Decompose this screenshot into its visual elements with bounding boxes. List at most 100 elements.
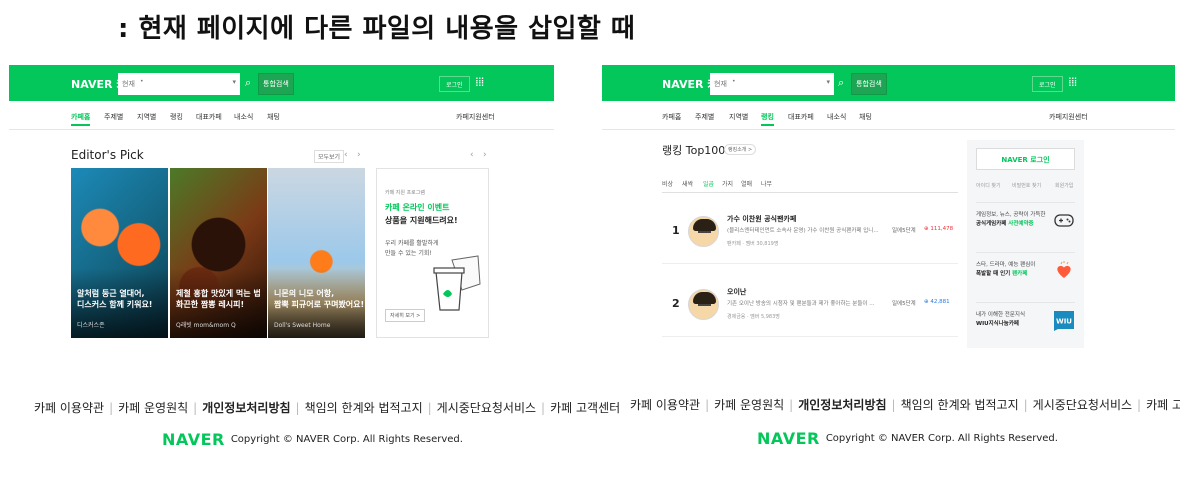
- pick-card-discus[interactable]: 알처럼 둥근 열대어, 디스커스 함께 키워요! 디스커스존: [71, 168, 168, 338]
- login-button[interactable]: 로그인: [439, 76, 470, 92]
- side-panel: NAVER 로그인 아이디 찾기 비밀번호 찾기 회원가입 게임정보, 뉴스, …: [967, 140, 1084, 348]
- next-arrow-icon[interactable]: ›: [357, 150, 361, 160]
- period-tab[interactable]: 새싹: [682, 179, 693, 188]
- naver-logo[interactable]: NAVER: [162, 430, 225, 449]
- apps-grid-icon[interactable]: ⁞⁞⁞: [1068, 75, 1078, 89]
- avatar: [688, 216, 719, 247]
- ranking-intro-button[interactable]: 랭킹소개 >: [724, 144, 757, 155]
- terms-link[interactable]: 카페 이용약관: [34, 401, 104, 415]
- side-promo-fan[interactable]: 스타, 드라마, 예능 팬심이 폭발할 때 인기 팬카페: [976, 252, 1075, 294]
- event-ad-banner[interactable]: 카페 지원 프로그램 카페 온라인 이벤트 상품을 지원해드려요! 우리 카페를…: [376, 168, 489, 338]
- search-scope[interactable]: 현재: [714, 80, 727, 88]
- view-all-button[interactable]: 모두보기: [314, 150, 345, 163]
- divider: |: [789, 398, 794, 412]
- tab-chat[interactable]: 채팅: [267, 112, 280, 122]
- policy-link[interactable]: 카페 운영원칙: [714, 398, 784, 412]
- search-button[interactable]: 통합검색: [851, 73, 887, 95]
- card-source: Doll's Sweet Home: [274, 322, 331, 329]
- cafe-name[interactable]: 오이난: [727, 287, 746, 297]
- tab-featured[interactable]: 대표카페: [788, 112, 814, 122]
- policy-link[interactable]: 카페 운영원칙: [118, 401, 188, 415]
- card-source: 디스커스존: [77, 322, 105, 329]
- copyright-left: NAVER Copyright © NAVER Corp. All Rights …: [162, 429, 463, 449]
- disclaimer-link[interactable]: 책임의 한계와 법적고지: [901, 398, 1019, 412]
- tab-topic[interactable]: 주제별: [104, 112, 123, 122]
- top-bar: NAVER 카페 현재 • ▾ ⌕ 통합검색 로그인 ⁞⁞⁞: [602, 65, 1175, 101]
- disclaimer-link[interactable]: 책임의 한계와 법적고지: [305, 401, 423, 415]
- divider: |: [1137, 398, 1142, 412]
- support-center-link[interactable]: 카페지원센터: [456, 112, 495, 122]
- naver-logo[interactable]: NAVER: [757, 429, 820, 448]
- takedown-link[interactable]: 게시중단요청서비스: [1033, 398, 1132, 412]
- divider: |: [705, 398, 710, 412]
- cafe-name[interactable]: 가수 이찬원 공식팬카페: [727, 214, 796, 224]
- find-id-link[interactable]: 아이디 찾기: [976, 182, 1001, 189]
- period-tab[interactable]: 나무: [761, 179, 772, 188]
- search-input[interactable]: 현재 • ▾: [710, 73, 834, 95]
- nav-tabs: 카페홈 주제별 지역별 랭킹 대표카페 내소식 채팅 카페지원센터: [602, 101, 1175, 130]
- period-tab[interactable]: 비상: [662, 179, 673, 188]
- cafe-description: 기존 오이난 방송의 시청자 및 팬분들과 제가 좋아하는 분들이 ...: [727, 301, 875, 307]
- period-tab[interactable]: 가지: [722, 179, 733, 188]
- visit-count-value: 42,881: [930, 299, 950, 305]
- wiu-icon: WIU: [1054, 311, 1074, 331]
- promo-text: 게임정보, 뉴스, 공략이 가득한: [976, 212, 1046, 218]
- promo-title-accent: 팬카페: [1012, 271, 1028, 277]
- side-promo-wiu[interactable]: 내가 이해한 전문지식 WIU지식나눔카페 WIU: [976, 302, 1075, 344]
- chevron-down-icon[interactable]: ▾: [826, 78, 830, 86]
- tab-ranking[interactable]: 랭킹: [761, 112, 774, 126]
- apps-grid-icon[interactable]: ⁞⁞⁞: [475, 75, 485, 89]
- promo-text: 스타, 드라마, 예능 팬심이: [976, 262, 1036, 268]
- customer-center-link[interactable]: 카페 고객센터: [1146, 398, 1180, 412]
- prev-arrow-icon[interactable]: ‹: [344, 150, 348, 160]
- footer-links-right: 카페 이용약관 | 카페 운영원칙 | 개인정보처리방침 | 책임의 한계와 법적고지 | 게시…: [630, 396, 1180, 413]
- privacy-link[interactable]: 개인정보처리방침: [798, 398, 886, 412]
- divider: |: [891, 398, 896, 412]
- customer-center-link[interactable]: 카페 고객센터: [550, 401, 620, 415]
- tab-my-news[interactable]: 내소식: [234, 112, 253, 122]
- tab-cafe-home[interactable]: 카페홈: [662, 112, 681, 122]
- tab-region[interactable]: 지역별: [137, 112, 156, 122]
- period-tab-active[interactable]: 일곱: [703, 179, 714, 188]
- ranking-row[interactable]: 2 오이난 기존 오이난 방송의 시청자 및 팬분들과 제가 좋아하는 분들이 …: [662, 275, 958, 337]
- ranking-row[interactable]: 1 가수 이찬원 공식팬카페 (블리스엔터테인먼트 소속사 운영) 가수 이찬원…: [662, 202, 958, 264]
- divider: |: [541, 401, 546, 415]
- find-password-link[interactable]: 비밀번호 찾기: [1012, 182, 1041, 189]
- login-button[interactable]: 로그인: [1032, 76, 1063, 92]
- promo-title-main: WIU지식나눔카페: [976, 321, 1019, 327]
- card-source: Q래빗 mom&mom Q: [176, 322, 236, 329]
- search-button[interactable]: 통합검색: [258, 73, 294, 95]
- pick-card-nemo[interactable]: 니몬의 니모 어항, 짬뿍 피규어로 꾸며봤어요! Doll's Sweet Ho…: [268, 168, 365, 338]
- tab-ranking[interactable]: 랭킹: [170, 112, 183, 122]
- tab-chat[interactable]: 채팅: [859, 112, 872, 122]
- pick-card-mussel[interactable]: 제철 홍합 맛있게 먹는 법 화끈한 짬뽕 레시피! Q래빗 mom&mom Q: [170, 168, 267, 338]
- signup-link[interactable]: 회원가입: [1055, 182, 1073, 189]
- takedown-link[interactable]: 게시중단요청서비스: [437, 401, 536, 415]
- tab-topic[interactable]: 주제별: [695, 112, 714, 122]
- search-input[interactable]: 현재 • ▾: [118, 73, 240, 95]
- ad-headline-1: 카페 온라인 이벤트: [385, 203, 450, 212]
- visit-count: ⊕ 42,881: [924, 299, 950, 305]
- card-line1: 니몬의 니모 어항,: [274, 289, 335, 298]
- ad-next-arrow-icon[interactable]: ›: [483, 150, 487, 160]
- scope-bullet: •: [732, 78, 736, 85]
- ad-prev-arrow-icon[interactable]: ‹: [470, 150, 474, 160]
- copyright-text: Copyright © NAVER Corp. All Rights Reser…: [825, 433, 1058, 444]
- card-caption: 제철 홍합 맛있게 먹는 법 화끈한 짬뽕 레시피!: [176, 288, 261, 310]
- ad-detail-button[interactable]: 자세히 보기 >: [385, 309, 426, 322]
- search-icon[interactable]: ⌕: [245, 77, 251, 88]
- period-tab[interactable]: 열매: [741, 179, 752, 188]
- naver-login-button[interactable]: NAVER 로그인: [976, 148, 1075, 170]
- privacy-link[interactable]: 개인정보처리방침: [202, 401, 290, 415]
- tab-featured[interactable]: 대표카페: [196, 112, 222, 122]
- terms-link[interactable]: 카페 이용약관: [630, 398, 700, 412]
- support-center-link[interactable]: 카페지원센터: [1049, 112, 1088, 122]
- tab-cafe-home[interactable]: 카페홈: [71, 112, 91, 126]
- side-promo-game[interactable]: 게임정보, 뉴스, 공략이 가득한 공식게임카페 사전예약중: [976, 202, 1075, 244]
- search-icon[interactable]: ⌕: [838, 77, 844, 88]
- tab-region[interactable]: 지역별: [729, 112, 748, 122]
- tab-my-news[interactable]: 내소식: [827, 112, 846, 122]
- avatar: [688, 289, 719, 320]
- search-scope[interactable]: 현재: [122, 80, 135, 88]
- chevron-down-icon[interactable]: ▾: [232, 78, 236, 86]
